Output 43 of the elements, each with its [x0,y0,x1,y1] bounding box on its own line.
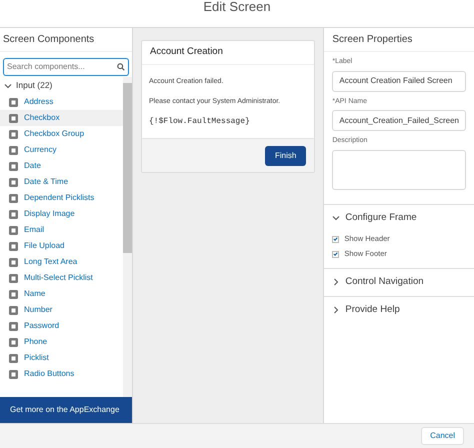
finish-button[interactable]: Finish [265,146,306,166]
search-input[interactable]: Search components... [7,61,117,73]
component-item[interactable]: Phone [0,334,123,350]
component-item[interactable]: Address [0,94,123,110]
component-item[interactable]: Dependent Picklists [0,190,123,206]
chevron-icon [332,306,340,314]
component-item[interactable]: Number [0,302,123,318]
fault-message-code: {!$Flow.FaultMessage} [149,116,251,128]
component-item[interactable]: Currency [0,142,123,158]
component-item[interactable]: Radio Buttons [0,366,123,382]
component-item[interactable]: Name [0,286,123,302]
component-item[interactable]: Password [0,318,123,334]
group-toggle[interactable]: Input (22) [0,77,123,94]
component-item[interactable]: Checkbox [0,110,123,126]
window-title: Edit Screen [203,0,271,16]
chevron-icon [332,278,340,286]
component-item[interactable]: Email [0,222,123,238]
component-item[interactable]: Multi-Select Picklist [0,270,123,286]
panel-title: Screen Components [3,33,94,47]
chevron-icon [332,214,340,222]
component-item[interactable]: Date & Time [0,174,123,190]
checkbox[interactable] [332,250,340,258]
component-item[interactable]: File Upload [0,238,123,254]
panel-title: Screen Properties [332,33,412,47]
text-field[interactable]: Account_Creation_Failed_Screen [332,110,466,131]
search-icon [117,63,125,71]
component-item[interactable]: Display Image [0,206,123,222]
section-toggle[interactable]: Configure Frame [332,204,466,232]
section-toggle[interactable]: Control Navigation [332,268,466,296]
search-field[interactable]: Search components... [3,58,129,76]
checkbox[interactable] [332,236,340,242]
component-item[interactable]: Date [0,158,123,174]
description-field[interactable] [332,150,466,190]
component-item[interactable]: Long Text Area [0,254,123,270]
component-item[interactable]: Checkbox Group [0,126,123,142]
scrollbar[interactable] [123,77,132,397]
text-field[interactable]: Account Creation Failed Screen [332,70,466,92]
appexchange-link[interactable]: Get more on the AppExchange [0,397,132,423]
component-item[interactable]: Picklist [0,350,123,366]
cancel-button[interactable]: Cancel [421,427,464,445]
card-title: Account Creation [150,45,223,60]
chevron-icon [4,82,12,90]
section-toggle[interactable]: Provide Help [332,296,466,324]
